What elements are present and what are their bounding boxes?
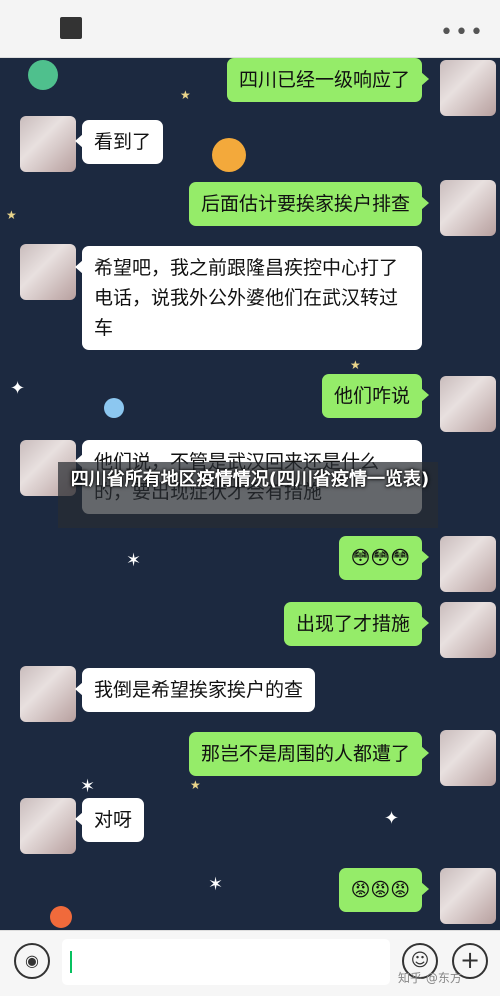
back-icon[interactable] <box>60 17 82 39</box>
planet-icon <box>212 138 246 172</box>
avatar[interactable] <box>440 376 496 432</box>
avatar[interactable] <box>440 60 496 116</box>
message-bubble-incoming[interactable]: 我倒是希望挨家挨户的查 <box>74 668 316 712</box>
text-cursor <box>70 951 72 973</box>
chat-header: ••• <box>0 0 500 58</box>
star-icon: ✶ <box>126 550 142 571</box>
avatar[interactable] <box>440 602 496 658</box>
message-bubble-outgoing[interactable]: 😳😳😳 <box>338 536 430 580</box>
overlay-title: 四川省所有地区疫情情况(四川省疫情一览表) <box>70 469 430 490</box>
planet-icon <box>28 60 58 90</box>
star-icon: ★ <box>180 88 191 102</box>
message-bubble-incoming[interactable]: 希望吧，我之前跟隆昌疾控中心打了电话，说我外公外婆他们在武汉转过车 <box>75 246 422 350</box>
avatar[interactable] <box>440 180 496 236</box>
message-input[interactable] <box>62 939 390 985</box>
avatar[interactable] <box>440 536 496 592</box>
avatar[interactable] <box>20 798 76 854</box>
message-bubble-incoming[interactable]: 看到了 <box>74 120 164 164</box>
avatar[interactable] <box>20 116 76 172</box>
avatar[interactable] <box>20 666 76 722</box>
star-icon: ✦ <box>384 808 400 829</box>
message-bubble-outgoing[interactable]: 那岂不是周围的人都遭了 <box>188 732 430 776</box>
planet-icon <box>50 906 72 928</box>
star-icon: ★ <box>6 208 17 222</box>
star-icon: ★ <box>350 358 361 372</box>
input-bar: ◉ ☺ + 知乎 @东方 <box>0 930 500 996</box>
message-bubble-incoming[interactable]: 对呀 <box>74 798 145 842</box>
message-bubble-outgoing[interactable]: 出现了才措施 <box>283 602 430 646</box>
message-bubble-outgoing[interactable]: 后面估计要挨家挨户排查 <box>188 182 430 226</box>
star-icon: ✶ <box>208 874 224 895</box>
watermark: 知乎 @东方 <box>398 971 462 985</box>
avatar[interactable] <box>440 730 496 786</box>
star-icon: ✦ <box>10 378 26 399</box>
message-bubble-outgoing[interactable]: 他们咋说 <box>321 374 430 418</box>
more-icon[interactable]: ••• <box>440 20 485 45</box>
avatar[interactable] <box>440 868 496 924</box>
message-bubble-outgoing[interactable]: 四川已经一级响应了 <box>226 58 430 102</box>
star-icon: ★ <box>190 778 201 792</box>
message-bubble-outgoing[interactable]: 😡😡😡 <box>338 868 430 912</box>
star-icon: ✶ <box>80 776 96 797</box>
planet-icon <box>104 398 124 418</box>
voice-icon[interactable]: ◉ <box>14 943 50 979</box>
avatar[interactable] <box>20 244 76 300</box>
